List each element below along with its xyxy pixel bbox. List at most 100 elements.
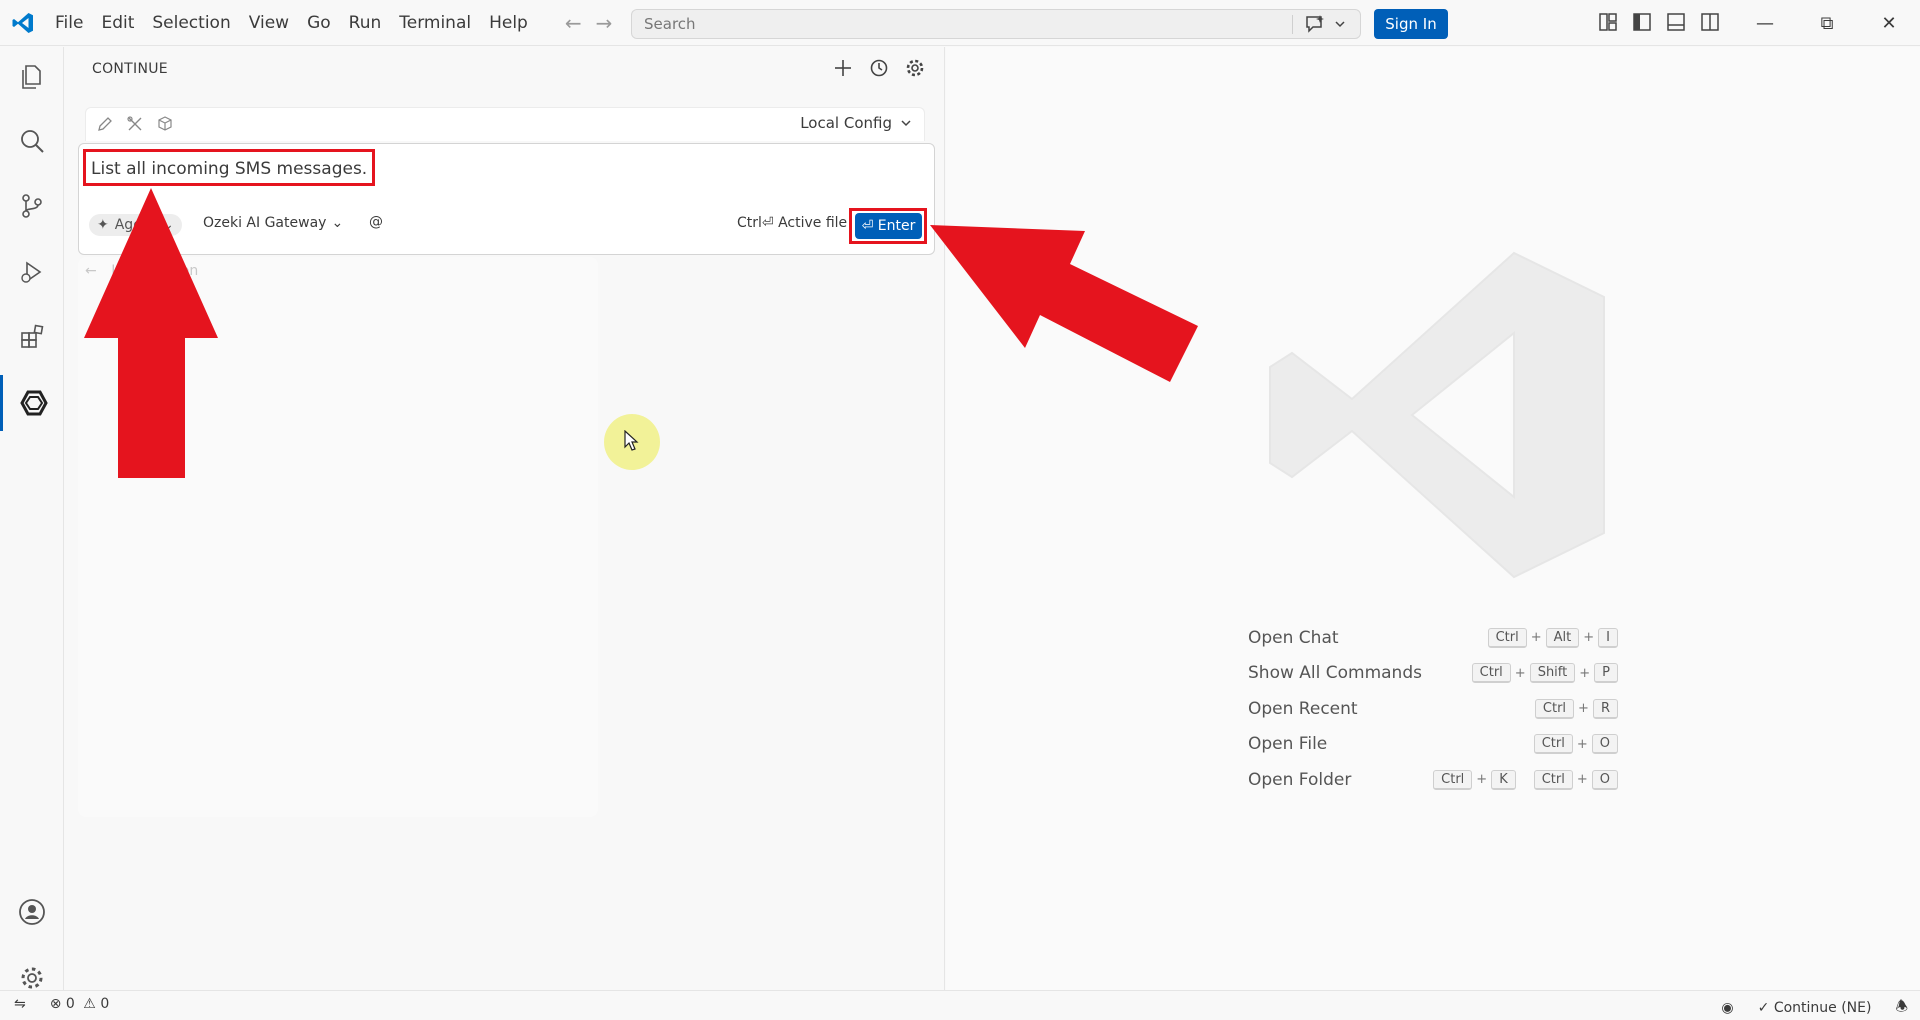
shortcut-key: R (1592, 698, 1618, 719)
shortcut-key: Ctrl (1471, 663, 1511, 684)
shortcut-row: Show All Commands Ctrl + Shift + P (1248, 656, 1618, 692)
minimize-icon[interactable]: — (1734, 0, 1796, 46)
toggle-panel-icon[interactable] (1666, 12, 1686, 32)
input-toolbar: Local Config (85, 107, 925, 141)
mode-label: Agent (114, 217, 157, 233)
warning-icon: ⚠ (83, 996, 96, 1012)
menu-view[interactable]: View (240, 0, 298, 46)
menu-terminal[interactable]: Terminal (390, 0, 480, 46)
mouse-pointer-icon (624, 430, 639, 451)
active-file-hint[interactable]: Ctrl⏎ Active file (737, 215, 847, 231)
shortcut-label: Open File (1248, 734, 1328, 755)
shortcut-key: O (1591, 734, 1618, 755)
model-label: Ozeki AI Gateway (203, 215, 327, 231)
chat-input-box[interactable]: List all incoming SMS messages. ✦ Agent … (78, 143, 935, 255)
last-session-label: Last Session (111, 263, 199, 279)
shortcut-key: Ctrl (1433, 769, 1473, 790)
shortcut-key: Ctrl (1487, 627, 1527, 648)
shortcut-key: K (1491, 769, 1516, 790)
menu-bar: File Edit Selection View Go Run Terminal… (46, 0, 537, 46)
shortcut-row: Open Chat Ctrl + Alt + I (1248, 620, 1618, 656)
accounts-icon[interactable] (0, 884, 64, 940)
shortcut-key: I (1598, 627, 1618, 648)
remote-icon[interactable]: ⇋ (14, 996, 26, 1012)
menu-selection[interactable]: Selection (143, 0, 239, 46)
chevron-down-icon: ⌄ (331, 215, 344, 231)
continue-status[interactable]: ✓ Continue (NE) (1758, 1000, 1872, 1016)
settings-gear-icon[interactable] (904, 57, 926, 79)
explorer-icon[interactable] (0, 49, 64, 105)
back-arrow-icon: ← (85, 263, 97, 279)
config-label: Local Config (800, 114, 892, 132)
command-center-search[interactable]: Search (631, 9, 1361, 39)
restore-icon[interactable]: ⧉ (1796, 0, 1858, 46)
shortcut-key: P (1594, 663, 1618, 684)
search-placeholder: Search (644, 15, 696, 33)
menu-go[interactable]: Go (298, 0, 340, 46)
cube-icon[interactable] (156, 115, 174, 133)
chevron-down-icon (901, 120, 911, 127)
shortcut-label: Open Chat (1248, 627, 1339, 648)
panel-title: CONTINUE (92, 61, 168, 77)
enter-button[interactable]: ⏎ Enter (855, 213, 922, 239)
vscode-logo-icon (0, 0, 46, 46)
continue-panel: CONTINUE Local Config List all incoming … (65, 47, 945, 990)
error-icon: ⊗ (49, 996, 62, 1012)
shortcut-key: Ctrl (1534, 698, 1575, 719)
new-session-plus-icon[interactable] (832, 57, 854, 79)
mode-selector[interactable]: ✦ Agent ⌄ (89, 214, 182, 236)
forward-arrow-icon[interactable]: → (596, 11, 613, 35)
search-divider (1292, 15, 1293, 34)
add-context-button[interactable]: @ (369, 214, 383, 230)
vscode-watermark-icon (1269, 251, 1605, 579)
status-bar: ⇋ ⊗ 0 ⚠ 0 ◉ ✓ Continue (NE) 🕭 (0, 990, 1920, 1020)
prompt-input[interactable]: List all incoming SMS messages. (83, 149, 376, 186)
extensions-icon[interactable] (0, 309, 64, 365)
chevron-down-icon: ⌄ (162, 217, 174, 233)
shortcut-label: Open Folder (1248, 769, 1352, 790)
shortcut-row: Open Folder Ctrl + K Ctrl + O (1248, 762, 1618, 798)
shortcut-row: Open Recent Ctrl + R (1248, 691, 1618, 727)
error-count: 0 (65, 996, 75, 1012)
shortcut-label: Show All Commands (1248, 663, 1422, 684)
problems-indicator[interactable]: ⊗ 0 ⚠ 0 (50, 996, 110, 1012)
chat-toggle[interactable] (1304, 13, 1346, 35)
pencil-icon[interactable] (96, 115, 114, 133)
activity-bar (0, 47, 64, 990)
continue-status-label: Continue (NE) (1773, 1000, 1872, 1016)
model-selector[interactable]: Ozeki AI Gateway ⌄ (203, 215, 343, 231)
source-control-icon[interactable] (0, 178, 64, 234)
shortcut-key: O (1591, 769, 1618, 790)
continue-extension-icon[interactable] (0, 375, 64, 431)
config-selector[interactable]: Local Config (800, 114, 912, 132)
shortcut-key: Alt (1545, 627, 1580, 648)
toggle-primary-sidebar-icon[interactable] (1632, 12, 1652, 32)
close-icon[interactable]: ✕ (1858, 0, 1920, 46)
menu-edit[interactable]: Edit (92, 0, 143, 46)
warning-count: 0 (100, 996, 110, 1012)
bell-icon[interactable]: 🕭 (1895, 996, 1908, 1020)
menu-help[interactable]: Help (480, 0, 537, 46)
watermark-shortcuts: Open Chat Ctrl + Alt + I Show All Commands… (1248, 620, 1618, 798)
history-icon[interactable] (868, 57, 890, 79)
copilot-icon[interactable]: ◉ (1721, 1000, 1733, 1016)
chat-sparkle-icon (1306, 15, 1324, 33)
customize-layout-icon[interactable] (1598, 12, 1618, 32)
menu-file[interactable]: File (46, 0, 92, 46)
last-session-link[interactable]: ← Last Session (85, 263, 198, 279)
title-bar: File Edit Selection View Go Run Terminal… (0, 0, 1920, 46)
shortcut-key: Ctrl (1533, 734, 1573, 755)
search-icon[interactable] (0, 113, 64, 169)
faded-content-area (78, 257, 598, 817)
sign-in-button[interactable]: Sign In (1374, 9, 1448, 39)
run-debug-icon[interactable] (0, 244, 64, 300)
menu-run[interactable]: Run (340, 0, 391, 46)
shortcut-label: Open Recent (1248, 698, 1358, 719)
shortcut-key: Shift (1529, 663, 1576, 684)
check-icon: ✓ (1757, 1000, 1770, 1016)
back-arrow-icon[interactable]: ← (565, 11, 582, 35)
toggle-secondary-sidebar-icon[interactable] (1700, 12, 1720, 32)
tools-icon[interactable] (126, 115, 144, 133)
shortcut-row: Open File Ctrl + O (1248, 727, 1618, 763)
chevron-down-icon (1335, 21, 1345, 28)
